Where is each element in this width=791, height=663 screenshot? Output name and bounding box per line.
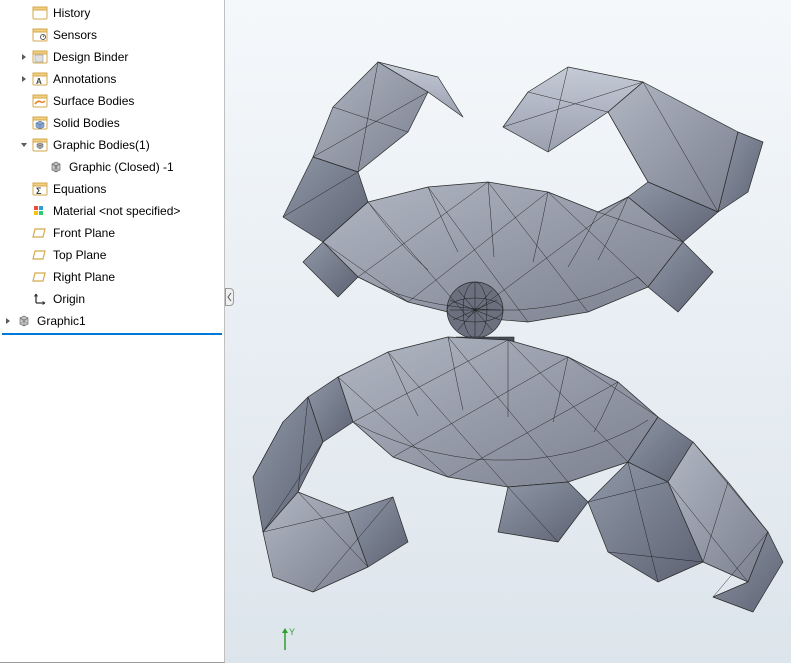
blank-spacer (18, 293, 30, 305)
tree-item-top-plane[interactable]: Top Plane (0, 244, 224, 266)
axis-triad[interactable]: Y (275, 625, 305, 655)
origin-icon (31, 290, 49, 308)
tree-item-equations[interactable]: Σ Equations (0, 178, 224, 200)
blank-spacer (18, 7, 30, 19)
tree-label: Graphic Bodies(1) (53, 138, 150, 152)
tree-rollback-bar[interactable] (2, 333, 222, 335)
tree-item-graphic1[interactable]: Graphic1 (0, 310, 224, 332)
expand-arrow-icon[interactable] (18, 73, 30, 85)
blank-spacer (18, 249, 30, 261)
tree-label: Sensors (53, 28, 97, 42)
blank-spacer (34, 161, 46, 173)
material-icon (31, 202, 49, 220)
solid-bodies-icon (31, 114, 49, 132)
sensors-icon (31, 26, 49, 44)
blank-spacer (18, 183, 30, 195)
tree-label: History (53, 6, 90, 20)
tree-item-annotations[interactable]: A Annotations (0, 68, 224, 90)
plane-icon (31, 224, 49, 242)
collapse-arrow-icon[interactable] (18, 139, 30, 151)
tree-label: Right Plane (53, 270, 115, 284)
graphic-bodies-icon (31, 136, 49, 154)
tree-label: Origin (53, 292, 85, 306)
feature-tree-panel[interactable]: History Sensors Design Binder A Annotati… (0, 0, 225, 663)
expand-arrow-icon[interactable] (2, 315, 14, 327)
tree-label: Surface Bodies (53, 94, 134, 108)
model-mesh[interactable] (225, 0, 791, 663)
axis-label: Y (289, 627, 295, 637)
tree-label: Front Plane (53, 226, 115, 240)
tree-label: Solid Bodies (53, 116, 120, 130)
tree-item-material[interactable]: Material <not specified> (0, 200, 224, 222)
blank-spacer (18, 117, 30, 129)
design-binder-icon (31, 48, 49, 66)
plane-icon (31, 246, 49, 264)
equations-icon: Σ (31, 180, 49, 198)
panel-collapse-handle[interactable] (225, 288, 234, 306)
graphic-closed-icon (47, 158, 65, 176)
tree-item-history[interactable]: History (0, 2, 224, 24)
tree-item-right-plane[interactable]: Right Plane (0, 266, 224, 288)
svg-text:Σ: Σ (36, 186, 42, 196)
tree-label: Design Binder (53, 50, 128, 64)
blank-spacer (18, 29, 30, 41)
tree-item-design-binder[interactable]: Design Binder (0, 46, 224, 68)
tree-item-graphic-bodies[interactable]: Graphic Bodies(1) (0, 134, 224, 156)
tree-item-surface-bodies[interactable]: Surface Bodies (0, 90, 224, 112)
tree-label: Annotations (53, 72, 116, 86)
plane-icon (31, 268, 49, 286)
tree-item-solid-bodies[interactable]: Solid Bodies (0, 112, 224, 134)
surface-bodies-icon (31, 92, 49, 110)
tree-label: Top Plane (53, 248, 106, 262)
blank-spacer (18, 95, 30, 107)
blank-spacer (18, 271, 30, 283)
annotations-icon: A (31, 70, 49, 88)
tree-label: Material <not specified> (53, 204, 180, 218)
tree-label: Equations (53, 182, 106, 196)
tree-item-origin[interactable]: Origin (0, 288, 224, 310)
tree-label: Graphic (Closed) -1 (69, 160, 174, 174)
blank-spacer (18, 205, 30, 217)
tree-item-front-plane[interactable]: Front Plane (0, 222, 224, 244)
viewport-3d[interactable]: Y (225, 0, 791, 663)
history-icon (31, 4, 49, 22)
tree-label: Graphic1 (37, 314, 86, 328)
expand-arrow-icon[interactable] (18, 51, 30, 63)
blank-spacer (18, 227, 30, 239)
tree-item-graphic-closed[interactable]: Graphic (Closed) -1 (0, 156, 224, 178)
svg-text:A: A (36, 77, 42, 86)
graphic-feature-icon (15, 312, 33, 330)
tree-item-sensors[interactable]: Sensors (0, 24, 224, 46)
